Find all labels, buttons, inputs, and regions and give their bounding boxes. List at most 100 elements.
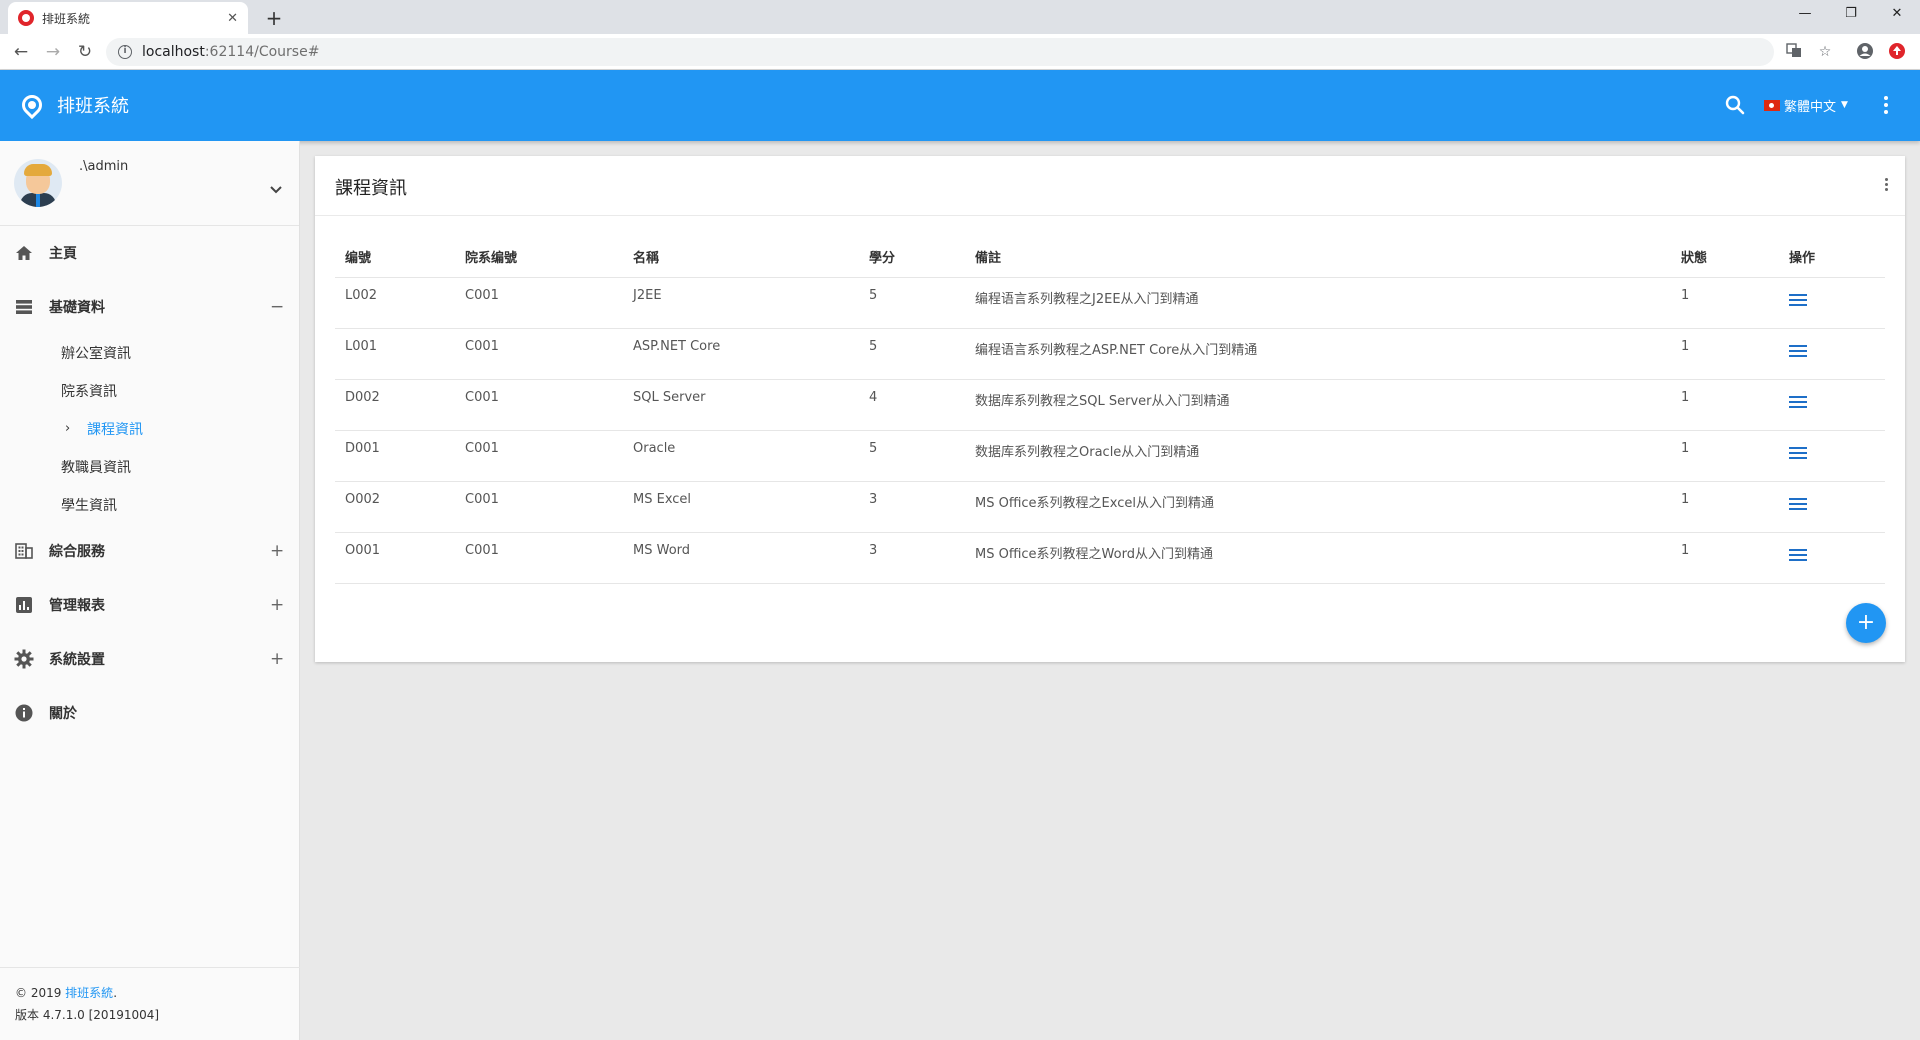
- new-tab-button[interactable]: +: [260, 4, 288, 32]
- card-title: 課程資訊: [335, 178, 407, 199]
- copyright-text: © 2019: [15, 986, 66, 1000]
- row-menu-icon[interactable]: [1789, 496, 1809, 512]
- search-icon[interactable]: [1724, 94, 1746, 116]
- sidebar-item-reports[interactable]: 管理報表 +: [0, 578, 299, 632]
- sidebar-subitem-label: 教職員資訊: [61, 460, 131, 476]
- table-row[interactable]: O002 C001 MS Excel 3 MS Office系列教程之Excel…: [335, 481, 1885, 533]
- cell-remarks: 数据库系列教程之Oracle从入门到精通: [965, 430, 1671, 482]
- column-header[interactable]: 備註: [965, 237, 1671, 278]
- url-path: :62114/Course#: [204, 44, 320, 60]
- course-table: 编號 院系编號 名稱 學分 備註 狀態 操作 L002 C001 J2EE 5 …: [335, 237, 1885, 584]
- table-row[interactable]: L002 C001 J2EE 5 编程语言系列教程之J2EE从入门到精通 1: [335, 277, 1885, 329]
- info-icon: [14, 703, 34, 723]
- cell-id: O002: [335, 481, 455, 533]
- cell-status: 1: [1671, 328, 1779, 380]
- row-menu-icon[interactable]: [1789, 445, 1809, 461]
- language-selector[interactable]: 繁體中文 ▼: [1764, 94, 1848, 116]
- card-more-vert-icon[interactable]: [1881, 178, 1891, 196]
- expand-icon[interactable]: +: [270, 595, 284, 615]
- cell-id: D001: [335, 430, 455, 482]
- chevron-down-icon[interactable]: [268, 181, 284, 194]
- reload-icon[interactable]: ↻: [73, 40, 97, 64]
- browser-tab[interactable]: 排班系統 ✕: [8, 2, 248, 34]
- cell-status: 1: [1671, 277, 1779, 329]
- site-info-icon[interactable]: i: [118, 45, 132, 59]
- row-menu-icon[interactable]: [1789, 547, 1809, 563]
- address-bar[interactable]: i localhost:62114/Course#: [106, 38, 1774, 66]
- row-menu-icon[interactable]: [1789, 343, 1809, 359]
- expand-icon[interactable]: +: [270, 649, 284, 669]
- column-header[interactable]: 编號: [335, 237, 455, 278]
- cell-credits: 3: [859, 481, 965, 533]
- app-logo-icon: [17, 90, 47, 120]
- minimize-window-button[interactable]: —: [1782, 0, 1828, 28]
- sidebar-subitem-office[interactable]: 辦公室資訊: [0, 334, 299, 372]
- course-card: 課程資訊 编號 院系编號 名稱 學分 備註 狀態 操作 L002 C001 J2…: [315, 156, 1905, 662]
- cell-id: D002: [335, 379, 455, 431]
- cell-name: ASP.NET Core: [623, 328, 859, 380]
- column-header: 操作: [1779, 237, 1885, 278]
- cell-actions: [1779, 277, 1885, 329]
- collapse-icon[interactable]: −: [270, 297, 284, 317]
- cell-remarks: MS Office系列教程之Word从入门到精通: [965, 532, 1671, 584]
- cell-credits: 4: [859, 379, 965, 431]
- username: .\admin: [79, 159, 129, 174]
- sidebar-item-about[interactable]: 關於: [0, 686, 299, 740]
- table-row[interactable]: D002 C001 SQL Server 4 数据库系列教程之SQL Serve…: [335, 379, 1885, 431]
- column-header[interactable]: 狀態: [1671, 237, 1779, 278]
- translate-icon[interactable]: [1784, 42, 1804, 62]
- cell-department-id: C001: [455, 277, 623, 329]
- cell-name: MS Excel: [623, 481, 859, 533]
- chevron-right-icon: ›: [65, 421, 71, 436]
- table-row[interactable]: D001 C001 Oracle 5 数据库系列教程之Oracle从入门到精通 …: [335, 430, 1885, 482]
- cell-actions: [1779, 379, 1885, 431]
- close-window-button[interactable]: ✕: [1874, 0, 1920, 28]
- sidebar-item-settings[interactable]: 系統設置 +: [0, 632, 299, 686]
- sidebar-subitem-department[interactable]: 院系資訊: [0, 372, 299, 410]
- cell-credits: 5: [859, 430, 965, 482]
- sidebar-subitem-staff[interactable]: 教職員資訊: [0, 448, 299, 486]
- column-header[interactable]: 學分: [859, 237, 965, 278]
- sidebar-subitem-label: 院系資訊: [61, 384, 117, 400]
- table-row[interactable]: L001 C001 ASP.NET Core 5 编程语言系列教程之ASP.NE…: [335, 328, 1885, 380]
- column-header[interactable]: 院系编號: [455, 237, 623, 278]
- expand-icon[interactable]: +: [270, 541, 284, 561]
- forward-arrow-icon[interactable]: →: [41, 40, 65, 64]
- bookmark-star-icon[interactable]: ☆: [1815, 42, 1835, 62]
- cell-id: L001: [335, 328, 455, 380]
- cell-status: 1: [1671, 430, 1779, 482]
- cell-department-id: C001: [455, 328, 623, 380]
- home-icon: [14, 243, 34, 263]
- cell-department-id: C001: [455, 379, 623, 431]
- extension-icon[interactable]: [1887, 42, 1907, 62]
- profile-icon[interactable]: [1855, 42, 1875, 62]
- copyright-line: © 2019 排班系統.: [15, 982, 285, 1004]
- cell-credits: 5: [859, 277, 965, 329]
- cell-status: 1: [1671, 532, 1779, 584]
- cell-actions: [1779, 430, 1885, 482]
- table-row[interactable]: O001 C001 MS Word 3 MS Office系列教程之Word从入…: [335, 532, 1885, 584]
- cell-status: 1: [1671, 379, 1779, 431]
- back-arrow-icon[interactable]: ←: [9, 40, 33, 64]
- row-menu-icon[interactable]: [1789, 292, 1809, 308]
- sidebar-item-home[interactable]: 主頁: [0, 226, 299, 280]
- app-header: 排班系統 繁體中文 ▼: [0, 70, 1920, 141]
- sidebar-subitem-student[interactable]: 學生資訊: [0, 486, 299, 524]
- close-tab-icon[interactable]: ✕: [227, 11, 238, 26]
- cell-department-id: C001: [455, 532, 623, 584]
- sidebar-item-basic-data[interactable]: 基礎資料 −: [0, 280, 299, 334]
- column-header[interactable]: 名稱: [623, 237, 859, 278]
- cell-remarks: 编程语言系列教程之ASP.NET Core从入门到精通: [965, 328, 1671, 380]
- restore-window-button[interactable]: ❐: [1828, 0, 1874, 28]
- app-title[interactable]: 排班系統: [57, 92, 129, 118]
- add-course-button[interactable]: +: [1846, 603, 1886, 643]
- cell-actions: [1779, 328, 1885, 380]
- row-menu-icon[interactable]: [1789, 394, 1809, 410]
- cell-remarks: 编程语言系列教程之J2EE从入门到精通: [965, 277, 1671, 329]
- sidebar-item-services[interactable]: 綜合服務 +: [0, 524, 299, 578]
- sidebar-item-label: 關於: [49, 706, 77, 722]
- sidebar-subitem-course[interactable]: › 課程資訊: [0, 410, 299, 448]
- more-vert-icon[interactable]: [1876, 94, 1896, 116]
- brand-link[interactable]: 排班系統: [65, 986, 113, 1000]
- sidebar-item-label: 主頁: [49, 246, 77, 262]
